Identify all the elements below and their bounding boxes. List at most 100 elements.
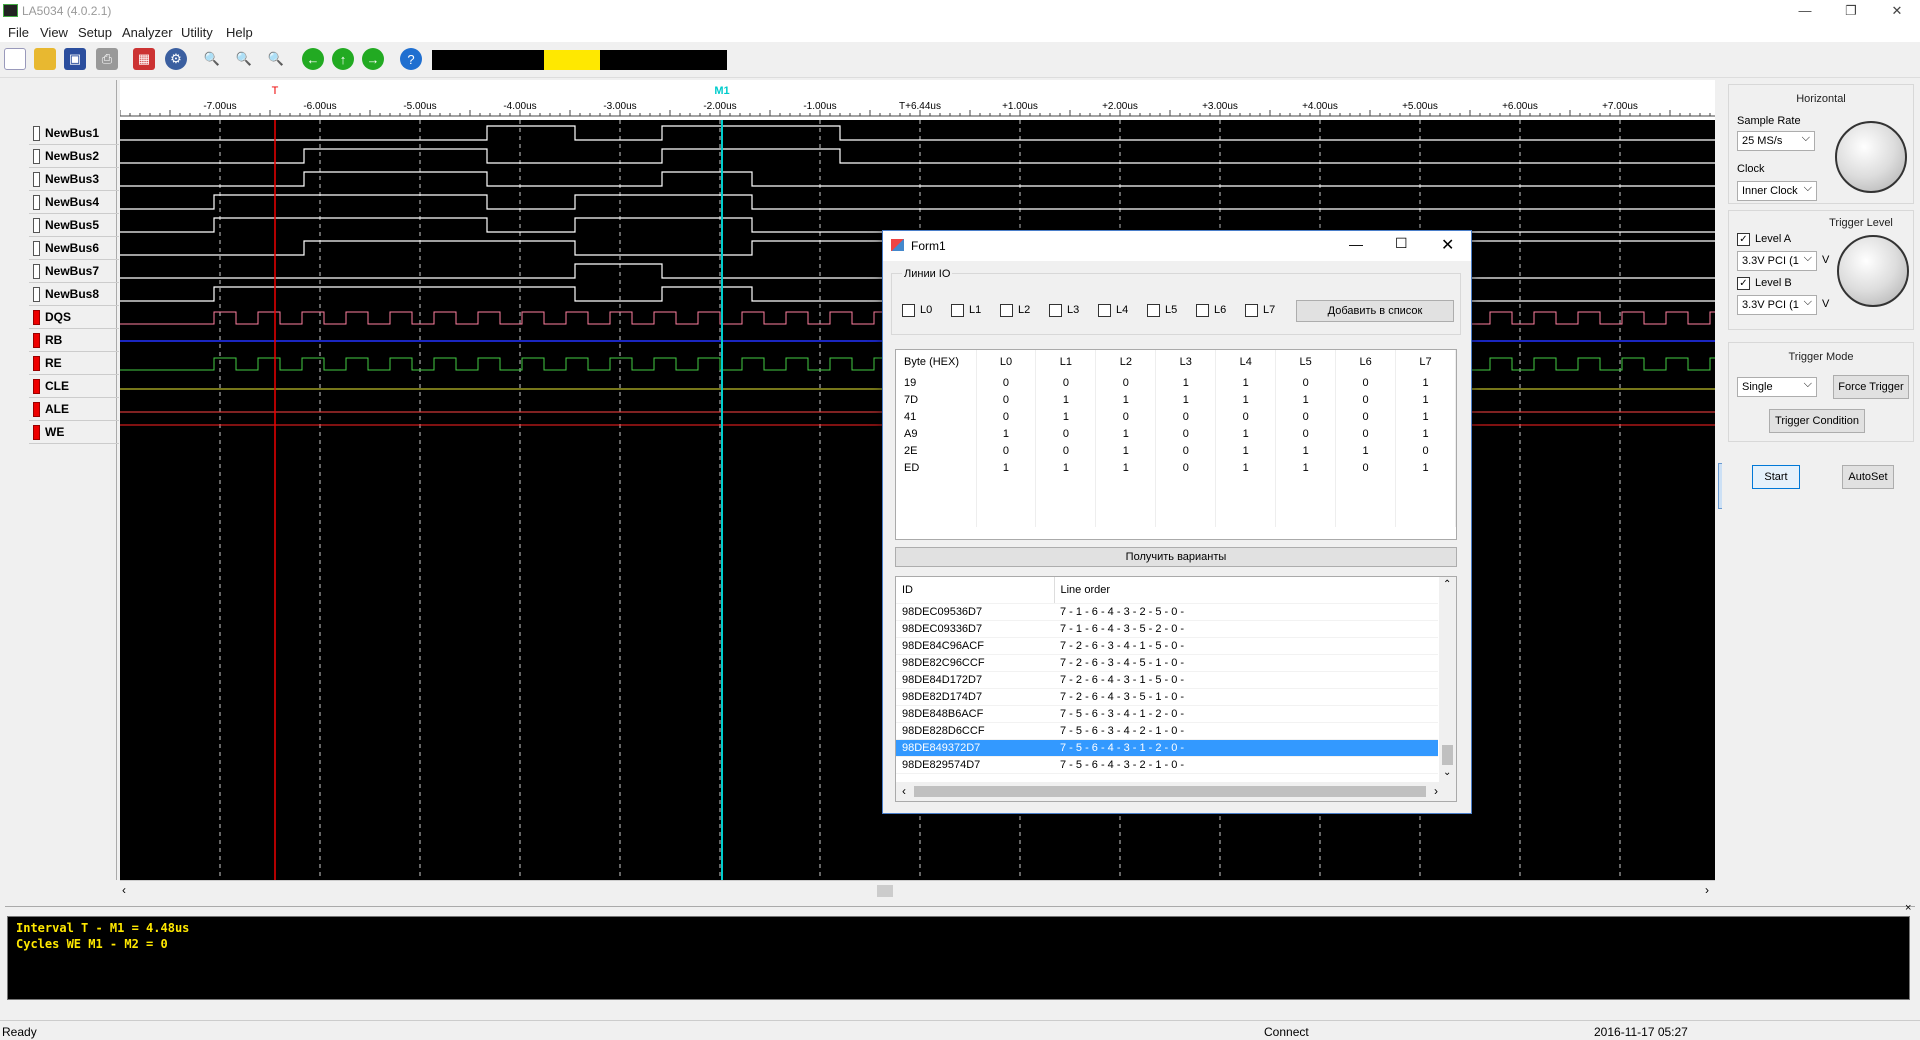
force-trigger-button[interactable]: Force Trigger [1833, 375, 1909, 399]
list-item[interactable]: 98DEC09536D7 7 - 1 - 6 - 4 - 3 - 2 - 5 - … [896, 603, 1438, 621]
menu-utility[interactable]: Utility [181, 25, 213, 40]
list-item[interactable]: 98DE82C96CCF 7 - 2 - 6 - 3 - 4 - 5 - 1 - … [896, 654, 1438, 672]
list-item[interactable]: 98DE849372D7 7 - 5 - 6 - 4 - 3 - 1 - 2 - … [896, 739, 1438, 757]
settings-gear-icon[interactable]: ⚙ [165, 48, 187, 70]
hscroll-left-icon[interactable]: ‹ [902, 784, 906, 798]
list-item[interactable]: 98DE848B6ACF 7 - 5 - 6 - 3 - 4 - 1 - 2 - … [896, 705, 1438, 723]
line-l6-checkbox[interactable] [1196, 304, 1209, 317]
list-item[interactable]: 98DE829574D7 7 - 5 - 6 - 4 - 3 - 2 - 1 - … [896, 756, 1438, 774]
arrow-up-icon[interactable]: ↑ [332, 48, 354, 70]
channel-newbus2[interactable]: NewBus2 [29, 146, 119, 168]
autoset-button[interactable]: AutoSet [1842, 465, 1894, 489]
scroll-thumb[interactable] [877, 885, 893, 897]
scroll-right-icon[interactable]: › [1705, 883, 1709, 897]
menu-file[interactable]: File [8, 25, 29, 40]
bytes-grid[interactable]: Byte (HEX) L0 L1 L2 L3 L4 L5 L6 L7 19 0 0 0 1 1 0 0 1 7D 0 1… [895, 349, 1457, 540]
variants-list[interactable]: ID Line order 98DEC09536D7 7 - 1 - 6 - 4 - … [895, 576, 1457, 802]
channel-newbus4[interactable]: NewBus4 [29, 192, 119, 214]
close-button[interactable]: ✕ [1874, 0, 1920, 22]
output-close-icon[interactable]: × [1905, 902, 1911, 914]
table-row[interactable]: 19 0 0 0 1 1 0 0 1 [896, 374, 1456, 391]
form-maximize-icon[interactable]: ☐ [1395, 235, 1408, 252]
channel-we[interactable]: WE [29, 422, 119, 444]
table-row[interactable]: 7D 0 1 1 1 1 1 0 1 [896, 391, 1456, 408]
trigger-position-bar[interactable] [432, 50, 727, 70]
vscroll-up-icon[interactable]: ⌃ [1443, 579, 1451, 590]
open-folder-icon[interactable] [34, 48, 56, 70]
arrow-right-icon[interactable]: → [362, 48, 384, 70]
line-l3-checkbox[interactable] [1049, 304, 1062, 317]
new-file-icon[interactable] [4, 48, 26, 70]
save-icon[interactable]: ▣ [64, 48, 86, 70]
table-row[interactable]: A9 1 0 1 0 1 0 0 1 [896, 425, 1456, 442]
menu-analyzer[interactable]: Analyzer [122, 25, 173, 40]
level-a-checkbox[interactable]: ✓ [1737, 233, 1750, 246]
menu-view[interactable]: View [40, 25, 68, 40]
get-variants-button[interactable]: Получить варианты [895, 547, 1457, 567]
zoom-fit-icon[interactable]: 🔍 [265, 48, 287, 70]
line-l0-checkbox[interactable] [902, 304, 915, 317]
table-row[interactable]: 2E 0 0 1 0 1 1 1 0 [896, 442, 1456, 459]
zoom-out-icon[interactable]: 🔍 [233, 48, 255, 70]
zoom-in-icon[interactable]: 🔍 [201, 48, 223, 70]
variants-vscroll[interactable]: ⌃ ⌄ [1439, 577, 1456, 782]
list-item[interactable]: 98DE84D172D7 7 - 2 - 6 - 4 - 3 - 1 - 5 - … [896, 671, 1438, 689]
add-to-list-button[interactable]: Добавить в список [1296, 300, 1454, 322]
channel-newbus6[interactable]: NewBus6 [29, 238, 119, 260]
list-item[interactable]: 98DE828D6CCF 7 - 5 - 6 - 3 - 4 - 2 - 1 - … [896, 722, 1438, 740]
line-l7-checkbox[interactable] [1245, 304, 1258, 317]
horizontal-knob[interactable] [1835, 121, 1907, 193]
level-b-select[interactable]: 3.3V PCI (1 [1737, 295, 1817, 315]
level-b-checkbox[interactable]: ✓ [1737, 277, 1750, 290]
arrow-left-icon[interactable]: ← [302, 48, 324, 70]
scroll-left-icon[interactable]: ‹ [122, 883, 126, 897]
channel-newbus5[interactable]: NewBus5 [29, 215, 119, 237]
trigger-level-knob[interactable] [1837, 235, 1909, 307]
sample-rate-select[interactable]: 25 MS/s [1737, 131, 1815, 151]
channel-newbus7[interactable]: NewBus7 [29, 261, 119, 283]
restore-button[interactable]: ❐ [1828, 0, 1874, 22]
chart-icon[interactable]: ▦ [133, 48, 155, 70]
form-minimize-icon[interactable]: — [1349, 236, 1363, 252]
line-l2-label: L2 [1018, 304, 1031, 316]
byte-cell: 0 [1215, 408, 1277, 425]
hscroll-right-icon[interactable]: › [1434, 784, 1438, 798]
vscroll-down-icon[interactable]: ⌄ [1443, 767, 1451, 778]
help-icon[interactable]: ? [400, 48, 422, 70]
clock-select[interactable]: Inner Clock [1737, 181, 1817, 201]
channel-name: NewBus8 [45, 287, 100, 301]
list-item[interactable]: 98DE82D174D7 7 - 2 - 6 - 4 - 3 - 5 - 1 - … [896, 688, 1438, 706]
channel-ale[interactable]: ALE [29, 399, 119, 421]
channel-dqs[interactable]: DQS [29, 307, 119, 329]
menu-help[interactable]: Help [226, 25, 253, 40]
splitter[interactable] [5, 906, 1915, 910]
byte-cell: 0 [1155, 459, 1217, 476]
channel-cle[interactable]: CLE [29, 376, 119, 398]
line-l1-checkbox[interactable] [951, 304, 964, 317]
channel-rb[interactable]: RB [29, 330, 119, 352]
trigger-mode-select[interactable]: Single [1737, 377, 1817, 397]
table-row[interactable]: ED 1 1 1 0 1 1 0 1 [896, 459, 1456, 476]
line-l2-checkbox[interactable] [1000, 304, 1013, 317]
line-l5-checkbox[interactable] [1147, 304, 1160, 317]
level-a-select[interactable]: 3.3V PCI (1 [1737, 251, 1817, 271]
channel-re[interactable]: RE [29, 353, 119, 375]
print-icon[interactable]: ⎙ [96, 48, 118, 70]
variants-hscroll[interactable]: ‹ › [896, 782, 1456, 801]
vscroll-thumb[interactable] [1442, 745, 1453, 765]
horizontal-scrollbar[interactable]: ‹ › [120, 880, 1715, 900]
channel-newbus8[interactable]: NewBus8 [29, 284, 119, 306]
line-l4-checkbox[interactable] [1098, 304, 1111, 317]
form-close-icon[interactable]: ✕ [1441, 235, 1454, 255]
channel-newbus1[interactable]: NewBus1 [29, 123, 119, 145]
start-button[interactable]: Start [1752, 465, 1800, 489]
list-item[interactable]: 98DE84C96ACF 7 - 2 - 6 - 3 - 4 - 1 - 5 - … [896, 637, 1438, 655]
list-item[interactable]: 98DEC09336D7 7 - 1 - 6 - 4 - 3 - 5 - 2 - … [896, 620, 1438, 638]
id-column-header: Line order [1054, 577, 1438, 604]
table-row[interactable]: 41 0 1 0 0 0 0 0 1 [896, 408, 1456, 425]
minimize-button[interactable]: — [1782, 0, 1828, 22]
channel-newbus3[interactable]: NewBus3 [29, 169, 119, 191]
hscroll-thumb[interactable] [914, 786, 1426, 797]
menu-setup[interactable]: Setup [78, 25, 112, 40]
trigger-condition-button[interactable]: Trigger Condition [1769, 409, 1865, 433]
